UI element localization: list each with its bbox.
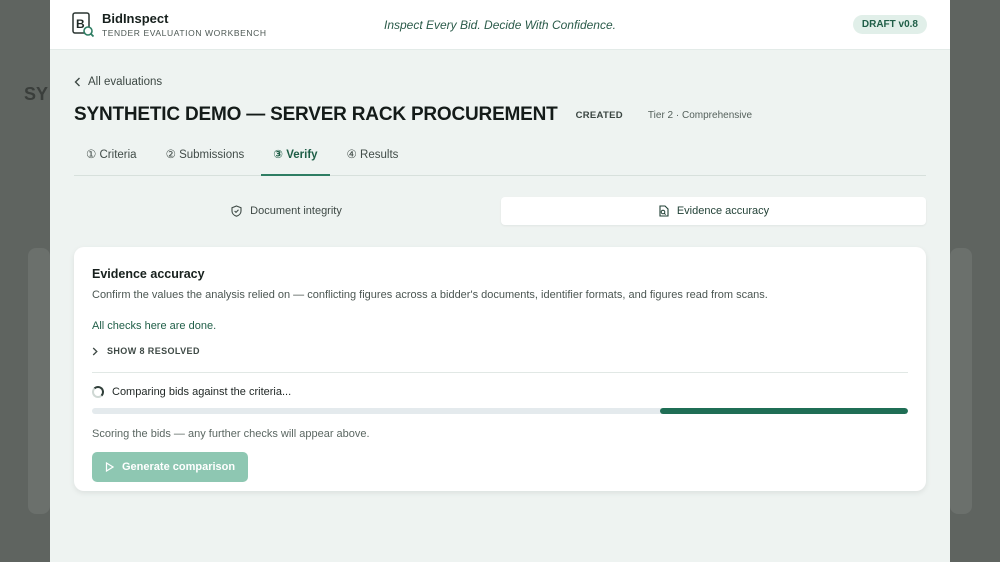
brand[interactable]: B BidInspect TENDER EVALUATION WORKBENCH [72, 11, 267, 38]
tab-results[interactable]: ④ Results [335, 146, 411, 176]
verify-subtabs: Document integrity Evidence accuracy [74, 197, 926, 225]
scoring-note: Scoring the bids — any further checks wi… [92, 427, 370, 440]
main-content: All evaluations SYNTHETIC DEMO — SERVER … [50, 50, 950, 491]
generate-comparison-label: Generate comparison [122, 460, 236, 473]
chevron-left-icon [74, 77, 80, 87]
show-resolved-toggle[interactable]: SHOW 8 RESOLVED [92, 346, 200, 356]
bidinspect-logo-icon: B [72, 11, 95, 38]
title-row: SYNTHETIC DEMO — SERVER RACK PROCUREMENT… [74, 104, 926, 126]
play-icon [105, 461, 114, 472]
app-name: BidInspect [102, 11, 169, 26]
page-title: SYNTHETIC DEMO — SERVER RACK PROCUREMENT [74, 104, 558, 125]
progress-bar [92, 407, 908, 414]
subtab-evidence-accuracy-label: Evidence accuracy [676, 205, 770, 217]
card-description: Confirm the values the analysis relied o… [92, 289, 768, 301]
subtab-evidence-accuracy[interactable]: Evidence accuracy [501, 197, 926, 225]
background-page-title: SY [24, 84, 49, 104]
document-search-icon [659, 205, 669, 217]
chevron-right-icon [92, 347, 98, 355]
tab-verify[interactable]: ③ Verify [261, 146, 330, 176]
card-title: Evidence accuracy [92, 267, 205, 281]
evaluation-workbench: B BidInspect TENDER EVALUATION WORKBENCH… [50, 0, 950, 562]
logo-letter: B [76, 17, 85, 31]
tab-criteria[interactable]: ① Criteria [74, 146, 149, 176]
evidence-accuracy-card: Evidence accuracy Confirm the values the… [74, 247, 926, 491]
back-link-label: All evaluations [88, 76, 163, 88]
tab-submissions[interactable]: ② Submissions [154, 146, 257, 176]
show-resolved-label: SHOW 8 RESOLVED [107, 346, 200, 356]
generate-comparison-button[interactable]: Generate comparison [92, 451, 249, 482]
background-panel [28, 248, 50, 514]
background-panel [950, 248, 972, 514]
step-tabs: ① Criteria ② Submissions ③ Verify ④ Resu… [74, 146, 926, 176]
tier-label: Tier 2 · Comprehensive [647, 109, 753, 121]
progress-bar-fill [659, 407, 908, 414]
progress-status: Comparing bids against the criteria... [92, 385, 908, 398]
status-badge: CREATED [575, 109, 623, 121]
top-bar: B BidInspect TENDER EVALUATION WORKBENCH… [50, 0, 950, 50]
progress-label: Comparing bids against the criteria... [112, 385, 292, 398]
checks-done-message: All checks here are done. [92, 320, 217, 332]
back-to-evaluations-link[interactable]: All evaluations [74, 76, 162, 88]
shield-icon [231, 205, 242, 217]
subtab-document-integrity-label: Document integrity [250, 205, 342, 217]
version-badge: DRAFT v0.8 [852, 15, 927, 34]
divider [92, 371, 908, 373]
subtab-document-integrity[interactable]: Document integrity [74, 197, 499, 225]
loading-spinner-icon [92, 385, 104, 398]
app-subtitle: TENDER EVALUATION WORKBENCH [102, 28, 267, 38]
